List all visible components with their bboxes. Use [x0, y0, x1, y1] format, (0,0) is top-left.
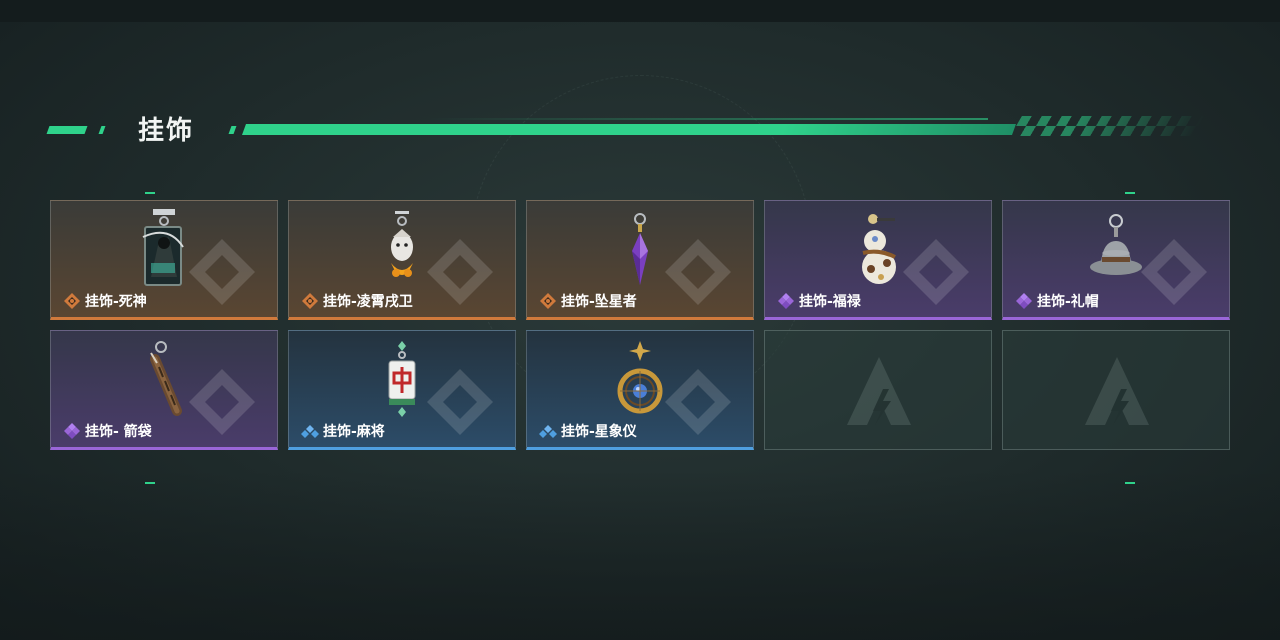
header-line — [241, 124, 1017, 135]
charm-label: 挂饰-星象仪 — [561, 424, 637, 440]
mahjong-tile-charm-icon — [388, 341, 416, 417]
empty-charm-slot[interactable] — [764, 330, 992, 450]
dog-guard-charm-icon — [391, 211, 413, 277]
charm-label: 挂饰-麻将 — [323, 424, 385, 440]
charm-card[interactable]: 挂饰-福禄 — [764, 200, 992, 320]
charm-label: 挂饰-福禄 — [799, 294, 861, 310]
corner-tick — [145, 482, 155, 484]
charm-card[interactable]: 挂饰-死神 — [50, 200, 278, 320]
header-checker-pattern — [1010, 116, 1206, 136]
gourd-charm-icon — [862, 214, 896, 284]
charm-card[interactable]: 挂饰-凌霄戌卫 — [288, 200, 516, 320]
charm-card[interactable]: 挂饰-礼帽 — [1002, 200, 1230, 320]
corner-tick — [1125, 482, 1135, 484]
quiver-charm-icon — [150, 341, 182, 416]
blue-rarity-icon — [301, 425, 319, 438]
charm-card[interactable]: 挂饰-麻将 — [288, 330, 516, 450]
purple-rarity-icon — [1016, 293, 1032, 309]
charm-card[interactable]: 挂饰- 箭袋 — [50, 330, 278, 450]
section-title: 挂饰 — [138, 116, 195, 146]
header-accent-tick — [98, 126, 106, 134]
charm-label-row: 挂饰-福禄 — [777, 290, 861, 312]
section-header: 挂饰 — [46, 106, 1208, 150]
charm-label-row: 挂饰- 箭袋 — [63, 420, 152, 442]
orange-rarity-icon — [64, 293, 80, 309]
charm-label: 挂饰-礼帽 — [1037, 294, 1099, 310]
charm-label: 挂饰-坠星者 — [561, 294, 637, 310]
header-accent-tick — [228, 126, 237, 134]
header-accent-bar — [46, 126, 88, 134]
background-shade — [0, 470, 1280, 640]
empty-slot-logo-icon — [1085, 357, 1149, 425]
orange-rarity-icon — [302, 293, 318, 309]
astrolabe-charm-icon — [617, 341, 663, 414]
charm-label-row: 挂饰-死神 — [63, 290, 147, 312]
purple-rarity-icon — [64, 423, 80, 439]
charm-label: 挂饰- 箭袋 — [85, 424, 152, 440]
charm-card[interactable]: 挂饰-坠星者 — [526, 200, 754, 320]
corner-tick — [1125, 192, 1135, 194]
charm-card[interactable]: 挂饰-星象仪 — [526, 330, 754, 450]
purple-crystal-charm-icon — [632, 213, 648, 285]
charm-label-row: 挂饰-坠星者 — [539, 290, 637, 312]
empty-charm-slot[interactable] — [1002, 330, 1230, 450]
purple-rarity-icon — [778, 293, 794, 309]
blue-rarity-icon — [539, 425, 557, 438]
charm-label-row: 挂饰-凌霄戌卫 — [301, 290, 413, 312]
charm-grid: 挂饰-死神 挂饰-凌霄戌卫 挂饰-坠星者 挂饰-福禄 挂饰-礼帽 挂饰- 箭袋 … — [50, 200, 1230, 450]
charm-label-row: 挂饰-礼帽 — [1015, 290, 1099, 312]
charm-label-row: 挂饰-星象仪 — [539, 420, 637, 442]
top-hat-charm-icon — [1090, 214, 1142, 275]
header-thin-line — [428, 118, 988, 120]
reaper-card-charm-icon — [142, 209, 184, 286]
charm-label: 挂饰-凌霄戌卫 — [323, 294, 413, 310]
corner-tick — [145, 192, 155, 194]
charm-label-row: 挂饰-麻将 — [301, 420, 385, 442]
top-band — [0, 0, 1280, 22]
empty-slot-logo-icon — [847, 357, 911, 425]
orange-rarity-icon — [540, 293, 556, 309]
charm-label: 挂饰-死神 — [85, 294, 147, 310]
